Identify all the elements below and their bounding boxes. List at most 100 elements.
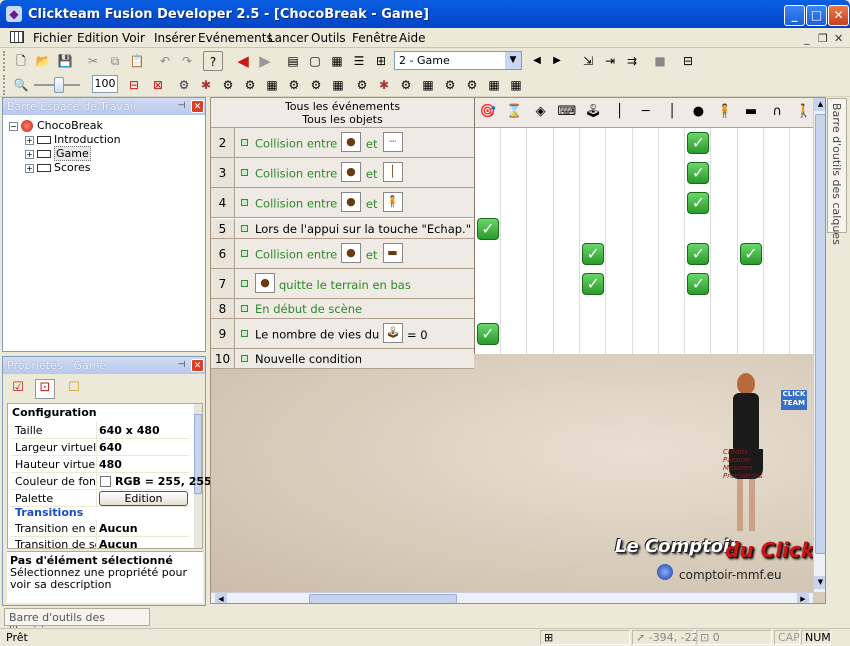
bar-vertical2-icon[interactable]: │ [660, 99, 684, 125]
checker4-icon[interactable]: ▦ [484, 75, 504, 95]
checker-icon[interactable]: ▦ [262, 75, 282, 95]
menu-aide[interactable]: Aide [395, 30, 430, 46]
filter-x-icon[interactable]: ✱ [374, 75, 394, 95]
event-condition[interactable]: Le nombre de vies du 🕹 = 0 [235, 319, 474, 348]
object-filter7-icon[interactable]: ⚙ [440, 75, 460, 95]
toggle-objects-icon[interactable]: ⚙ [174, 75, 194, 95]
palette-edit-button[interactable]: Edition [99, 491, 188, 506]
timer-icon[interactable]: ⌛ [502, 99, 526, 125]
color-swatch[interactable] [100, 476, 111, 487]
event-condition[interactable]: En début de scène [235, 299, 474, 318]
scroll-up-icon[interactable]: ▲ [814, 98, 825, 111]
insert-event-icon[interactable]: ⊟ [124, 75, 144, 95]
minimize-button[interactable]: _ [784, 5, 805, 26]
event-row[interactable]: 8 En début de scène [211, 299, 474, 319]
insert-comment-icon[interactable]: ⊠ [148, 75, 168, 95]
property-row-transition-in[interactable]: Transition en entrAucun [11, 520, 189, 537]
pin-icon[interactable]: ⊣ [175, 359, 188, 372]
toolbar-grip[interactable] [3, 51, 6, 71]
expand-icon[interactable]: + [25, 135, 34, 145]
property-value[interactable]: Aucun [99, 538, 138, 551]
bar-vertical-icon[interactable]: │ [608, 99, 632, 125]
event-list-icon[interactable]: ☰ [349, 51, 369, 71]
event-condition[interactable]: ● quitte le terrain en bas [235, 269, 474, 298]
zoom-icon[interactable]: 🔍 [11, 75, 31, 95]
collapse-icon[interactable]: − [9, 121, 18, 131]
mdi-close-icon[interactable]: ✕ [834, 32, 843, 45]
check-mark-icon[interactable]: ✓ [582, 273, 605, 295]
menu-fichier[interactable]: Fichier [29, 30, 76, 46]
toggle-actions-icon[interactable]: ✱ [196, 75, 216, 95]
property-row-hauteur[interactable]: Hauteur virtuelle480 [11, 456, 189, 473]
character-icon[interactable]: 🧍 [713, 99, 737, 125]
object-filter-icon[interactable]: ⚙ [218, 75, 238, 95]
tab-comment-icon[interactable]: ☐ [65, 380, 83, 398]
create-object-icon[interactable]: ◈ [529, 99, 553, 125]
keyboard-mouse-icon[interactable]: ⌨ [555, 99, 579, 125]
check-mark-icon[interactable]: ✓ [582, 243, 605, 265]
new-file-icon[interactable]: 🗋 [11, 51, 31, 71]
maximize-button[interactable]: □ [806, 5, 827, 26]
tree-item-scores[interactable]: + Scores [25, 161, 91, 175]
expand-icon[interactable]: + [25, 163, 34, 173]
cut-icon[interactable]: ✂ [83, 51, 103, 71]
forward-icon[interactable]: ▶ [255, 51, 275, 71]
pin-icon[interactable]: ⊣ [175, 100, 188, 113]
prev-frame-icon[interactable]: ◀ [527, 51, 547, 71]
expand-icon[interactable]: + [25, 149, 34, 159]
run-project-icon[interactable]: ⇉ [622, 51, 642, 71]
check-mark-icon[interactable]: ✓ [477, 218, 499, 240]
stop-icon[interactable]: ■ [650, 51, 670, 71]
menu-fenetre[interactable]: Fenêtre [348, 30, 401, 46]
event-number[interactable]: 8 [211, 299, 235, 318]
bar-horizontal-icon[interactable]: ─ [634, 99, 658, 125]
scroll-right-icon[interactable]: ▶ [797, 593, 809, 603]
scroll-down-icon[interactable]: ▼ [814, 576, 825, 589]
copy-icon[interactable]: ⧉ [105, 51, 125, 71]
ball-icon[interactable]: ● [686, 99, 710, 125]
property-row-couleur[interactable]: Couleur de fond RGB = 255, 255, [11, 473, 216, 490]
chevron-down-icon[interactable]: ▼ [505, 52, 521, 69]
object-filter5-icon[interactable]: ⚙ [352, 75, 372, 95]
tree-item-game[interactable]: + Game [25, 146, 91, 161]
hscroll-thumb[interactable] [309, 594, 457, 603]
event-condition[interactable]: Collision entre ● et ▬ [235, 239, 474, 268]
object-filter6-icon[interactable]: ⚙ [396, 75, 416, 95]
event-row[interactable]: 5 Lors de l'appui sur la touche "Echap." [211, 219, 474, 239]
check-mark-icon[interactable]: ✓ [687, 132, 710, 154]
frame-editor-icon[interactable]: ▢ [305, 51, 325, 71]
event-number[interactable]: 7 [211, 269, 235, 298]
event-row[interactable]: 6 Collision entre ● et ▬ [211, 239, 474, 269]
object-filter2-icon[interactable]: ⚙ [240, 75, 260, 95]
event-condition[interactable]: Lors de l'appui sur la touche "Echap." [235, 219, 474, 238]
checker2-icon[interactable]: ▦ [328, 75, 348, 95]
checker5-icon[interactable]: ▦ [506, 75, 526, 95]
event-number[interactable]: 3 [211, 158, 235, 187]
frame-select[interactable]: 2 - Game ▼ [394, 51, 522, 70]
mdi-minimize-icon[interactable]: _ [804, 32, 810, 45]
back-icon[interactable]: ◀ [233, 51, 253, 71]
object-filter8-icon[interactable]: ⚙ [462, 75, 482, 95]
check-mark-icon[interactable]: ✓ [687, 192, 710, 214]
menu-inserer[interactable]: Insérer [150, 30, 200, 46]
menu-edition[interactable]: Edition [73, 30, 123, 46]
redo-icon[interactable]: ↷ [177, 51, 197, 71]
layers-toolbar-tab[interactable]: Barre d'outils des calques [827, 98, 847, 245]
property-value[interactable]: RGB = 255, 255, [115, 475, 216, 488]
tab-properties-icon[interactable]: ☑ [9, 380, 27, 398]
libraries-toolbar-tab[interactable]: Barre d'outils des librairies [4, 608, 150, 637]
event-row[interactable]: 10 Nouvelle condition [211, 349, 474, 369]
check-mark-icon[interactable]: ✓ [687, 243, 710, 265]
menu-outils[interactable]: Outils [307, 30, 350, 46]
close-icon[interactable]: ✕ [191, 100, 204, 113]
event-condition[interactable]: Collision entre ● et ┈ [235, 128, 474, 157]
event-number[interactable]: 9 [211, 319, 235, 348]
object-filter3-icon[interactable]: ⚙ [284, 75, 304, 95]
checker3-icon[interactable]: ▦ [418, 75, 438, 95]
event-row[interactable]: 2 Collision entre ● et ┈ [211, 128, 474, 158]
close-button[interactable]: ✕ [828, 5, 849, 26]
event-number[interactable]: 2 [211, 128, 235, 157]
horizontal-scrollbar[interactable]: ◀ ▶ [211, 592, 813, 603]
tree-item-introduction[interactable]: + Introduction [25, 133, 121, 147]
scrollbar-thumb[interactable] [815, 114, 825, 554]
